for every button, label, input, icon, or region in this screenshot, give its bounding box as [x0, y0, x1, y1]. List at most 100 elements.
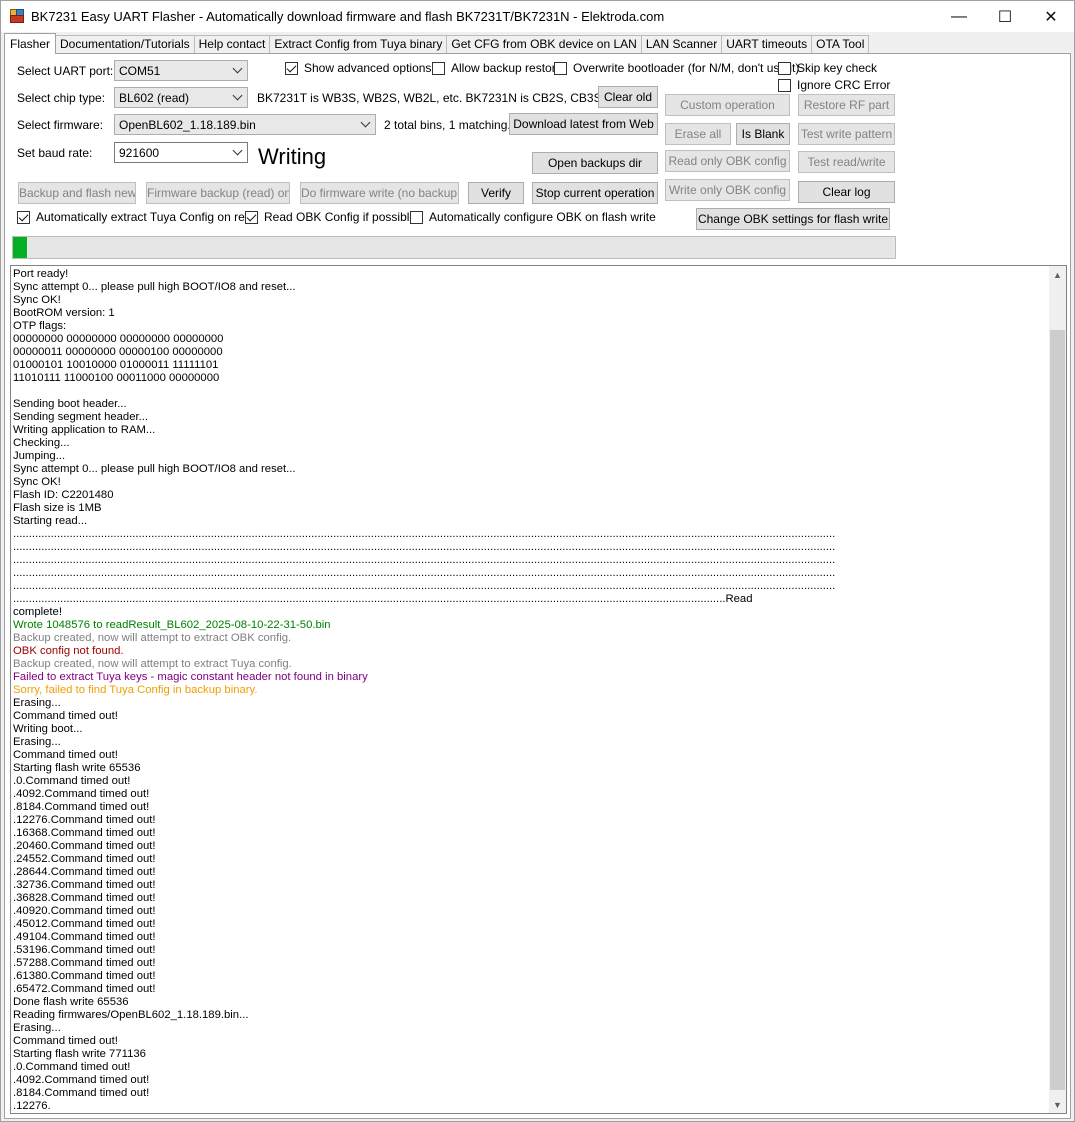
tab-help-contact[interactable]: Help contact [193, 35, 271, 54]
chevron-down-icon [361, 119, 371, 129]
write-only-obk-button[interactable]: Write only OBK config [665, 179, 790, 201]
change-obk-settings-button[interactable]: Change OBK settings for flash write [696, 208, 890, 230]
log-line: Checking... [13, 437, 70, 449]
log-line: Command timed out! [13, 749, 118, 761]
log-line: OBK config not found. [13, 645, 124, 657]
checkbox-checked-icon [245, 210, 258, 224]
status-text: Writing [258, 144, 327, 169]
log-line: Sending segment header... [13, 411, 149, 423]
erase-all-button[interactable]: Erase all [665, 123, 731, 145]
tab-flasher[interactable]: Flasher [4, 33, 57, 54]
log-line: Sync attempt 0... please pull high BOOT/… [13, 463, 296, 475]
log-line: .0.Command timed out! [13, 1061, 131, 1073]
backup-and-flash-button[interactable]: Backup and flash new [18, 182, 136, 204]
log-line: .8184.Command timed out! [13, 801, 150, 813]
test-write-pattern-button[interactable]: Test write pattern [798, 123, 895, 145]
log-line: Starting flash write 65536 [13, 762, 141, 774]
checkbox-unchecked-icon [410, 210, 423, 224]
checkbox-checked-icon [17, 210, 30, 224]
log-line: Command timed out! [13, 710, 118, 722]
firmware-select[interactable]: OpenBL602_1.18.189.bin [114, 114, 376, 135]
log-line: Flash ID: C2201480 [13, 489, 114, 501]
chip-type-select[interactable]: BL602 (read) [114, 87, 248, 108]
log-line: 11010111 11000100 00011000 00000000 [13, 372, 220, 384]
baud-rate-select[interactable]: 921600 [114, 142, 248, 163]
log-line: .8184.Command timed out! [13, 1087, 150, 1099]
log-output[interactable]: Port ready! Sync attempt 0... please pull… [10, 265, 1067, 1114]
maximize-button[interactable]: ☐ [982, 1, 1028, 32]
firmware-value: OpenBL602_1.18.189.bin [119, 118, 256, 132]
download-latest-button[interactable]: Download latest from Web [509, 113, 658, 135]
allow-backup-restore-checkbox[interactable]: Allow backup restore [432, 60, 562, 76]
clear-old-button[interactable]: Clear old [598, 86, 658, 108]
auto-extract-tuya-checkbox[interactable]: Automatically extract Tuya Config on rea… [17, 209, 258, 225]
tab-get-cfg[interactable]: Get CFG from OBK device on LAN [446, 35, 642, 54]
checkbox-unchecked-icon [432, 61, 445, 75]
chevron-down-icon [233, 92, 243, 102]
app-window: BK7231 Easy UART Flasher - Automatically… [0, 0, 1075, 1122]
read-only-obk-button[interactable]: Read only OBK config [665, 150, 790, 172]
log-line: ........................................… [13, 567, 836, 579]
tab-lan-scanner[interactable]: LAN Scanner [640, 35, 723, 54]
allow-backup-restore-label: Allow backup restore [451, 61, 563, 75]
restore-rf-button[interactable]: Restore RF part [798, 94, 895, 116]
close-button[interactable]: ✕ [1028, 1, 1074, 32]
log-line: .57288.Command timed out! [13, 957, 156, 969]
firmware-backup-button[interactable]: Firmware backup (read) only [146, 182, 290, 204]
auto-configure-obk-checkbox[interactable]: Automatically configure OBK on flash wri… [410, 209, 656, 225]
log-line: .4092.Command timed out! [13, 1074, 150, 1086]
tab-documentation[interactable]: Documentation/Tutorials [55, 35, 195, 54]
tab-extract-config[interactable]: Extract Config from Tuya binary [269, 35, 448, 54]
log-line: Backup created, now will attempt to extr… [13, 658, 292, 670]
log-line: ........................................… [13, 580, 836, 592]
log-scrollbar[interactable]: ▲ ▼ [1049, 266, 1066, 1113]
show-advanced-checkbox[interactable]: Show advanced options [285, 60, 431, 76]
log-line: Reading firmwares/OpenBL602_1.18.189.bin… [13, 1009, 249, 1021]
clear-log-button[interactable]: Clear log [798, 181, 895, 203]
log-line: 00000011 00000000 00000100 00000000 [13, 346, 223, 358]
show-advanced-label: Show advanced options [304, 61, 432, 75]
do-firmware-write-button[interactable]: Do firmware write (no backup!) [300, 182, 459, 204]
scroll-up-icon[interactable]: ▲ [1049, 266, 1066, 283]
log-line: .4092.Command timed out! [13, 788, 150, 800]
log-line: Erasing... [13, 697, 61, 709]
log-line: ........................................… [13, 554, 836, 566]
log-line: Jumping... [13, 450, 66, 462]
ignore-crc-checkbox[interactable]: Ignore CRC Error [778, 77, 890, 93]
log-line: .0.Command timed out! [13, 775, 131, 787]
window-title: BK7231 Easy UART Flasher - Automatically… [31, 9, 665, 24]
log-line: .53196.Command timed out! [13, 944, 156, 956]
custom-operation-button[interactable]: Custom operation [665, 94, 790, 116]
log-line: .12276. [13, 1100, 51, 1112]
log-line: OTP flags: [13, 320, 67, 332]
ignore-crc-label: Ignore CRC Error [797, 78, 891, 92]
uart-port-select[interactable]: COM51 [114, 60, 248, 81]
log-line: .61380.Command timed out! [13, 970, 156, 982]
skip-key-check-checkbox[interactable]: Skip key check [778, 60, 877, 76]
checkbox-unchecked-icon [778, 61, 791, 75]
tab-uart-timeouts[interactable]: UART timeouts [721, 35, 813, 54]
read-obk-config-checkbox[interactable]: Read OBK Config if possible [245, 209, 416, 225]
log-line: .65472.Command timed out! [13, 983, 156, 995]
scroll-thumb[interactable] [1050, 330, 1065, 1090]
checkbox-unchecked-icon [554, 61, 567, 75]
read-obk-config-label: Read OBK Config if possible [264, 210, 417, 224]
tab-ota-tool[interactable]: OTA Tool [811, 35, 870, 54]
verify-button[interactable]: Verify [468, 182, 524, 204]
log-line: .32736.Command timed out! [13, 879, 156, 891]
log-line: Wrote 1048576 to readResult_BL602_2025-0… [13, 619, 331, 631]
stop-operation-button[interactable]: Stop current operation [532, 182, 658, 204]
checkbox-unchecked-icon [778, 78, 791, 92]
open-backups-button[interactable]: Open backups dir [532, 152, 658, 174]
log-line: Sorry, failed to find Tuya Config in bac… [13, 684, 258, 696]
overwrite-bootloader-checkbox[interactable]: Overwrite bootloader (for N/M, don't use… [554, 60, 799, 76]
is-blank-button[interactable]: Is Blank [736, 123, 790, 145]
test-read-write-button[interactable]: Test read/write [798, 151, 895, 173]
log-line: Backup created, now will attempt to extr… [13, 632, 292, 644]
minimize-button[interactable]: — [936, 1, 982, 32]
log-line: Starting flash write 771136 [13, 1048, 146, 1060]
chevron-down-icon [233, 147, 243, 157]
uart-port-value: COM51 [119, 64, 161, 78]
log-line: Sync OK! [13, 476, 61, 488]
scroll-down-icon[interactable]: ▼ [1049, 1096, 1066, 1113]
